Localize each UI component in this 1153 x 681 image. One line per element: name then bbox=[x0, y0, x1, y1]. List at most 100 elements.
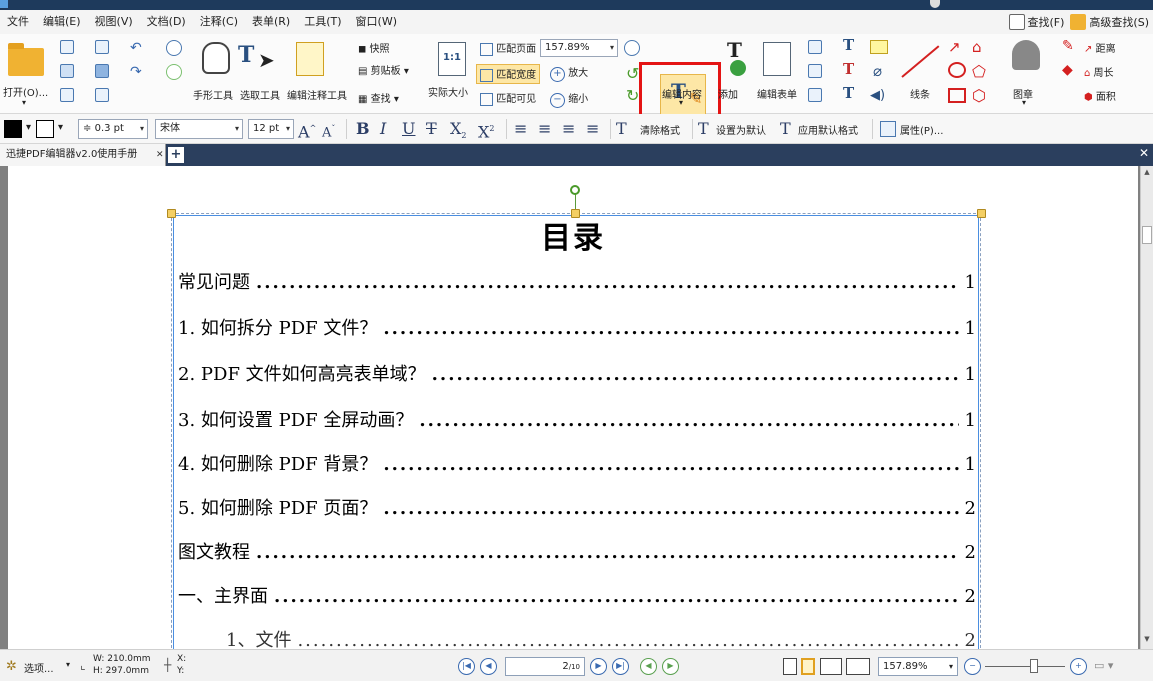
align-left-icon[interactable]: ≡ bbox=[514, 119, 527, 139]
select-cursor-icon[interactable]: ➤ bbox=[258, 48, 275, 72]
gear-icon[interactable]: ✲ bbox=[6, 659, 17, 674]
scroll-up-icon[interactable]: ▲ bbox=[1142, 168, 1152, 180]
underline-icon[interactable]: T bbox=[843, 84, 854, 102]
snapshot-button[interactable]: ◼ 快照 bbox=[358, 40, 390, 55]
ribbon-zoom-select[interactable]: 157.89% ▾ bbox=[540, 39, 618, 57]
zoom-out-status-icon[interactable]: − bbox=[964, 658, 981, 675]
clear-format-button[interactable]: 清除格式 bbox=[640, 122, 680, 137]
note-icon[interactable] bbox=[870, 40, 888, 54]
typewriter-icon[interactable]: T bbox=[843, 36, 854, 54]
vertical-scrollbar[interactable]: ▲ ▼ bbox=[1140, 166, 1153, 649]
menu-form[interactable]: 表单(R) bbox=[245, 10, 297, 34]
fit-width-button[interactable]: 匹配宽度 bbox=[476, 64, 541, 84]
find-button[interactable]: 查找(F) bbox=[1008, 14, 1064, 30]
multiline-field-icon[interactable] bbox=[808, 64, 822, 78]
forward-icon[interactable] bbox=[166, 64, 182, 80]
options-dropdown-icon[interactable]: ▾ bbox=[66, 660, 70, 669]
menu-document[interactable]: 文档(D) bbox=[140, 10, 193, 34]
properties-icon[interactable] bbox=[880, 121, 896, 137]
fill-color-dropdown-icon[interactable]: ▾ bbox=[26, 122, 31, 133]
underline-format-icon[interactable]: U bbox=[402, 119, 415, 139]
menu-comment[interactable]: 注释(C) bbox=[193, 10, 245, 34]
sound-icon[interactable]: ◀) bbox=[870, 88, 885, 103]
add-plus-icon[interactable] bbox=[730, 60, 746, 76]
first-page-icon[interactable]: |◀ bbox=[458, 658, 475, 675]
polygon-tool-icon[interactable]: ⬠ bbox=[972, 62, 986, 81]
menu-tools[interactable]: 工具(T) bbox=[297, 10, 348, 34]
print-icon[interactable] bbox=[60, 64, 74, 78]
cloud-tool-icon[interactable]: ⬡ bbox=[972, 86, 986, 105]
edit-form-label[interactable]: 编辑表单 bbox=[757, 86, 797, 101]
new-tab-button[interactable]: + bbox=[168, 147, 184, 163]
full-screen-icon[interactable]: ▭ ▾ bbox=[1094, 659, 1113, 672]
properties-button[interactable]: 属性(P)... bbox=[900, 122, 943, 137]
strikethrough-icon[interactable]: T bbox=[426, 119, 437, 139]
scan-icon[interactable] bbox=[95, 64, 109, 78]
redo-icon[interactable]: ↷ bbox=[130, 64, 142, 80]
align-right-icon[interactable]: ≡ bbox=[562, 119, 575, 139]
rectangle-tool-icon[interactable] bbox=[948, 88, 966, 103]
last-page-icon[interactable]: ▶| bbox=[612, 658, 629, 675]
font-family-select[interactable]: 宋体 ▾ bbox=[155, 119, 243, 139]
ellipse-tool-icon[interactable] bbox=[948, 62, 966, 78]
fit-visible-button[interactable]: 匹配可见 bbox=[480, 90, 536, 106]
set-default-icon[interactable]: T bbox=[698, 119, 709, 139]
hand-tool-icon[interactable] bbox=[202, 42, 230, 74]
edit-annotation-icon[interactable] bbox=[296, 42, 324, 76]
decrease-font-icon[interactable]: Aˇ bbox=[322, 119, 335, 143]
undo-icon[interactable]: ↶ bbox=[130, 40, 142, 56]
italic-icon[interactable]: I bbox=[380, 119, 386, 139]
zoom-plus-icon[interactable] bbox=[624, 40, 640, 56]
line-width-select[interactable]: ≑ 0.3 pt ▾ bbox=[78, 119, 148, 139]
justify-icon[interactable]: ≡ bbox=[586, 119, 599, 139]
rotate-right-icon[interactable]: ↻ bbox=[626, 86, 639, 105]
history-forward-icon[interactable]: ▶ bbox=[662, 658, 679, 675]
menu-view[interactable]: 视图(V) bbox=[88, 10, 140, 34]
zoom-slider-thumb[interactable] bbox=[1030, 659, 1038, 673]
border-color-dropdown-icon[interactable]: ▾ bbox=[58, 122, 63, 133]
continuous-view-icon[interactable] bbox=[801, 658, 815, 675]
menu-edit[interactable]: 编辑(E) bbox=[36, 10, 88, 34]
font-size-select[interactable]: 12 pt ▾ bbox=[248, 119, 294, 139]
hand-tool-label[interactable]: 手形工具 bbox=[193, 87, 233, 102]
select-tool-icon[interactable]: T bbox=[238, 42, 254, 68]
pdf-page[interactable]: 目录 常见问题.................................… bbox=[8, 166, 1138, 649]
facing-view-icon[interactable] bbox=[820, 658, 842, 675]
increase-font-icon[interactable]: A^ bbox=[298, 119, 316, 142]
toc-entry[interactable]: 5. 如何删除 PDF 页面？.........................… bbox=[178, 494, 976, 524]
align-center-icon[interactable]: ≡ bbox=[538, 119, 551, 139]
select-tool-label[interactable]: 选取工具 bbox=[240, 87, 280, 102]
fit-page-button[interactable]: 匹配页面 bbox=[480, 40, 536, 56]
set-default-button[interactable]: 设置为默认 bbox=[716, 122, 766, 137]
superscript-icon[interactable]: X2 bbox=[478, 119, 494, 142]
subscript-icon[interactable]: X2 bbox=[450, 119, 466, 146]
distance-button[interactable]: ↗ 距离 bbox=[1084, 40, 1116, 55]
eraser-icon[interactable]: ◆ bbox=[1062, 62, 1073, 78]
edit-annotation-label[interactable]: 编辑注释工具 bbox=[287, 87, 347, 102]
page-number-input[interactable]: 2/10 bbox=[505, 657, 585, 676]
document-tab[interactable]: 迅捷PDF编辑器v2.0使用手册 ✕ bbox=[0, 144, 166, 166]
history-back-icon[interactable]: ◀ bbox=[640, 658, 657, 675]
clipboard-button[interactable]: ▤ 剪贴板 ▾ bbox=[358, 62, 409, 77]
fill-color-swatch[interactable] bbox=[4, 120, 22, 138]
zoom-in-button[interactable]: + 放大 bbox=[550, 64, 588, 82]
continuous-facing-view-icon[interactable] bbox=[846, 658, 870, 675]
user-avatar-icon[interactable] bbox=[930, 0, 940, 8]
scrollbar-thumb[interactable] bbox=[1142, 226, 1152, 244]
single-page-view-icon[interactable] bbox=[783, 658, 797, 675]
pencil-markup-icon[interactable]: ✎ bbox=[1062, 38, 1074, 54]
next-page-icon[interactable]: ▶ bbox=[590, 658, 607, 675]
document-workspace[interactable]: 目录 常见问题.................................… bbox=[0, 166, 1140, 649]
toc-entry[interactable]: 一、主界面...................................… bbox=[178, 582, 976, 612]
email-icon[interactable] bbox=[95, 40, 109, 54]
strikeout-icon[interactable]: T bbox=[843, 60, 854, 78]
open-dropdown-icon[interactable]: ▾ bbox=[22, 98, 26, 107]
open-button-label[interactable]: 打开(O)... bbox=[3, 84, 48, 99]
new-document-icon[interactable] bbox=[95, 88, 109, 102]
tab-close-icon[interactable]: ✕ bbox=[156, 144, 164, 166]
add-label[interactable]: 添加 bbox=[718, 86, 738, 101]
rotate-left-icon[interactable]: ↺ bbox=[626, 64, 639, 83]
export-icon[interactable] bbox=[60, 88, 74, 102]
actual-size-icon[interactable]: 1:1 bbox=[438, 42, 466, 76]
bold-icon[interactable]: B bbox=[356, 119, 370, 139]
